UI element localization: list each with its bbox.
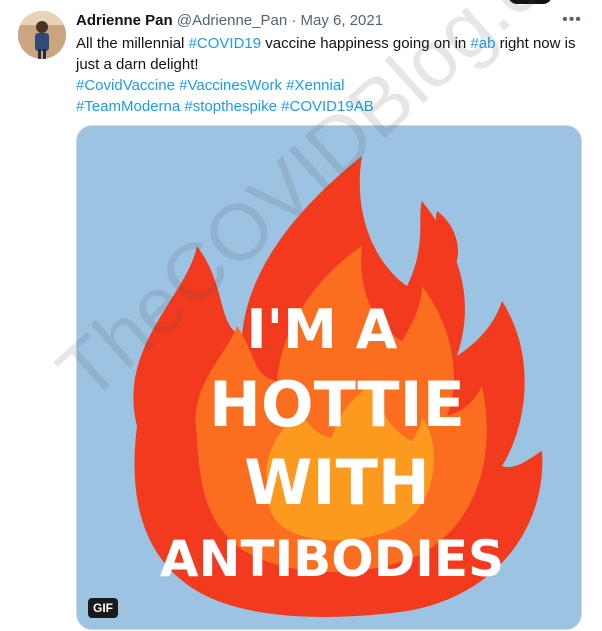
gif-badge: GIF xyxy=(88,598,118,618)
author-handle[interactable]: @Adrienne_Pan xyxy=(177,12,287,29)
hashtag-covid19ab[interactable]: #COVID19AB xyxy=(281,98,374,115)
hashtag-vaccineswork[interactable]: #VaccinesWork xyxy=(179,77,282,94)
tweet-header: Adrienne Pan @Adrienne_Pan · May 6, 2021 xyxy=(76,11,562,31)
tweet-text-part: vaccine happiness going on in xyxy=(261,35,471,52)
gif-text-line3: WITH xyxy=(244,446,430,519)
gif-text-line4: ANTIBODIES xyxy=(160,530,504,588)
avatar-image xyxy=(18,11,66,59)
hashtag-teammoderna[interactable]: #TeamModerna xyxy=(76,98,180,115)
hashtag-stopthespike[interactable]: #stopthespike xyxy=(184,98,277,115)
top-button-edge[interactable] xyxy=(508,0,552,4)
hashtag-covid19[interactable]: #COVID19 xyxy=(189,35,262,52)
tweet-date[interactable]: May 6, 2021 xyxy=(301,12,384,29)
gif-text-line1: I'M A xyxy=(247,298,398,361)
hashtag-ab[interactable]: #ab xyxy=(470,35,495,52)
hashtag-xennial[interactable]: #Xennial xyxy=(286,77,344,94)
author-avatar[interactable] xyxy=(18,11,66,59)
header-separator: · xyxy=(291,12,297,29)
flame-illustration: I'M A HOTTIE WITH ANTIBODIES xyxy=(133,156,543,617)
tweet-media-gif[interactable]: I'M A HOTTIE WITH ANTIBODIES GIF xyxy=(76,125,582,630)
gif-text-line2: HOTTIE xyxy=(209,368,465,441)
more-horizontal-icon[interactable]: ••• xyxy=(562,10,582,30)
author-name[interactable]: Adrienne Pan xyxy=(76,12,173,29)
tweet-text: All the millennial #COVID19 vaccine happ… xyxy=(76,33,576,117)
hashtag-covidvaccine[interactable]: #CovidVaccine xyxy=(76,77,175,94)
tweet-text-part: All the millennial xyxy=(76,35,189,52)
